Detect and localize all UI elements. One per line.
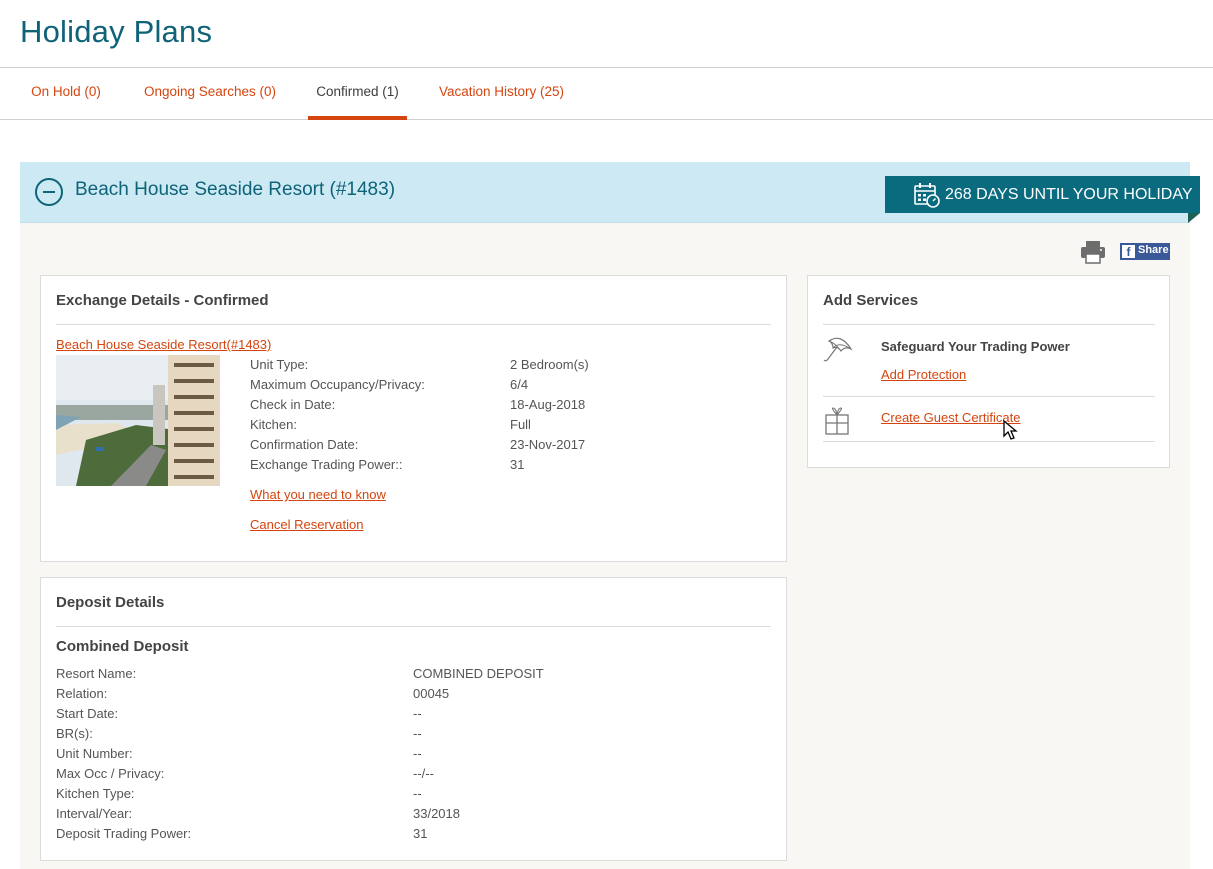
detail-row-unit-type: Unit Type: 2 Bedroom(s) [250, 355, 589, 375]
exchange-details-title: Exchange Details - Confirmed [56, 292, 269, 309]
deposit-value: -- [413, 706, 422, 721]
divider [56, 626, 771, 627]
detail-label: Unit Type: [250, 357, 309, 372]
deposit-value: COMBINED DEPOSIT [413, 666, 544, 681]
detail-value: 6/4 [510, 377, 529, 392]
deposit-row-unit-number: Unit Number: -- [56, 744, 422, 764]
detail-value: 18-Aug-2018 [510, 397, 586, 412]
detail-label: Exchange Trading Power:: [250, 457, 403, 472]
deposit-value: --/-- [413, 766, 434, 781]
holiday-tabs: On Hold (0) Ongoing Searches (0) Confirm… [0, 68, 1213, 120]
deposit-value: -- [413, 746, 422, 761]
deposit-row-start-date: Start Date: -- [56, 704, 422, 724]
divider [823, 324, 1155, 325]
cancel-reservation-link[interactable]: Cancel Reservation [250, 517, 363, 532]
deposit-label: Unit Number: [56, 746, 133, 761]
deposit-details-card: Deposit Details Combined Deposit Resort … [40, 577, 787, 861]
deposit-label: Resort Name: [56, 666, 137, 681]
detail-row-check-in-date: Check in Date: 18-Aug-2018 [250, 395, 585, 415]
combined-deposit-title: Combined Deposit [56, 638, 189, 655]
reservation-panel: Beach House Seaside Resort (#1483) 268 D… [20, 162, 1200, 869]
collapse-icon[interactable] [35, 178, 63, 206]
deposit-row-bedrooms: BR(s): -- [56, 724, 422, 744]
deposit-details-title: Deposit Details [56, 594, 165, 611]
tab-on-hold[interactable]: On Hold (0) [20, 68, 112, 119]
share-label: Share [1138, 244, 1169, 256]
reservation-title: Beach House Seaside Resort (#1483) [75, 179, 396, 200]
deposit-label: BR(s): [56, 726, 93, 741]
create-guest-certificate-link[interactable]: Create Guest Certificate [881, 410, 1020, 425]
deposit-row-max-occ: Max Occ / Privacy: --/-- [56, 764, 434, 784]
what-you-need-to-know-link[interactable]: What you need to know [250, 487, 386, 502]
deposit-label: Interval/Year: [56, 806, 133, 821]
divider [823, 396, 1155, 397]
deposit-row-kitchen-type: Kitchen Type: -- [56, 784, 422, 804]
umbrella-icon [823, 337, 853, 362]
detail-row-kitchen: Kitchen: Full [250, 415, 531, 435]
divider [56, 324, 771, 325]
deposit-value: 33/2018 [413, 806, 460, 821]
deposit-row-relation: Relation: 00045 [56, 684, 449, 704]
divider [823, 441, 1155, 442]
page-title: Holiday Plans [20, 14, 213, 49]
countdown-text: 268 DAYS UNTIL YOUR HOLIDAY [945, 186, 1193, 203]
exchange-details-card: Exchange Details - Confirmed Beach House… [40, 275, 787, 562]
gift-icon [825, 407, 849, 435]
deposit-row-interval-year: Interval/Year: 33/2018 [56, 804, 460, 824]
tab-vacation-history[interactable]: Vacation History (25) [428, 68, 575, 119]
detail-value: 23-Nov-2017 [510, 437, 586, 452]
deposit-row-resort-name: Resort Name: COMBINED DEPOSIT [56, 664, 544, 684]
facebook-share-button[interactable]: f Share [1120, 243, 1170, 260]
deposit-label: Relation: [56, 686, 108, 701]
deposit-label: Max Occ / Privacy: [56, 766, 165, 781]
facebook-icon: f [1122, 245, 1135, 259]
tab-confirmed[interactable]: Confirmed (1) [308, 68, 407, 120]
detail-label: Check in Date: [250, 397, 336, 412]
deposit-label: Kitchen Type: [56, 786, 135, 801]
detail-value: Full [510, 417, 531, 432]
detail-label: Maximum Occupancy/Privacy: [250, 377, 425, 392]
add-services-card: Add Services Safeguard Your Trading Powe… [807, 275, 1170, 468]
detail-value: 31 [510, 457, 525, 472]
detail-row-trading-power: Exchange Trading Power:: 31 [250, 455, 524, 475]
banner-fold [1188, 213, 1200, 223]
deposit-value: -- [413, 726, 422, 741]
resort-photo [56, 355, 220, 486]
detail-value: 2 Bedroom(s) [510, 357, 589, 372]
deposit-row-trading-power: Deposit Trading Power: 31 [56, 824, 427, 844]
safeguard-heading: Safeguard Your Trading Power [881, 339, 1070, 354]
print-icon[interactable] [1080, 240, 1106, 264]
detail-row-max-occupancy: Maximum Occupancy/Privacy: 6/4 [250, 375, 528, 395]
tab-ongoing-searches[interactable]: Ongoing Searches (0) [133, 68, 287, 119]
detail-label: Confirmation Date: [250, 437, 359, 452]
deposit-value: -- [413, 786, 422, 801]
add-services-title: Add Services [823, 292, 919, 309]
detail-label: Kitchen: [250, 417, 297, 432]
deposit-label: Start Date: [56, 706, 119, 721]
deposit-label: Deposit Trading Power: [56, 826, 192, 841]
deposit-value: 31 [413, 826, 428, 841]
resort-link[interactable]: Beach House Seaside Resort(#1483) [56, 337, 271, 352]
add-protection-link[interactable]: Add Protection [881, 367, 966, 382]
countdown-banner: 268 DAYS UNTIL YOUR HOLIDAY [885, 176, 1200, 213]
deposit-value: 00045 [413, 686, 450, 701]
detail-row-confirmation-date: Confirmation Date: 23-Nov-2017 [250, 435, 585, 455]
calendar-clock-icon [914, 183, 940, 208]
